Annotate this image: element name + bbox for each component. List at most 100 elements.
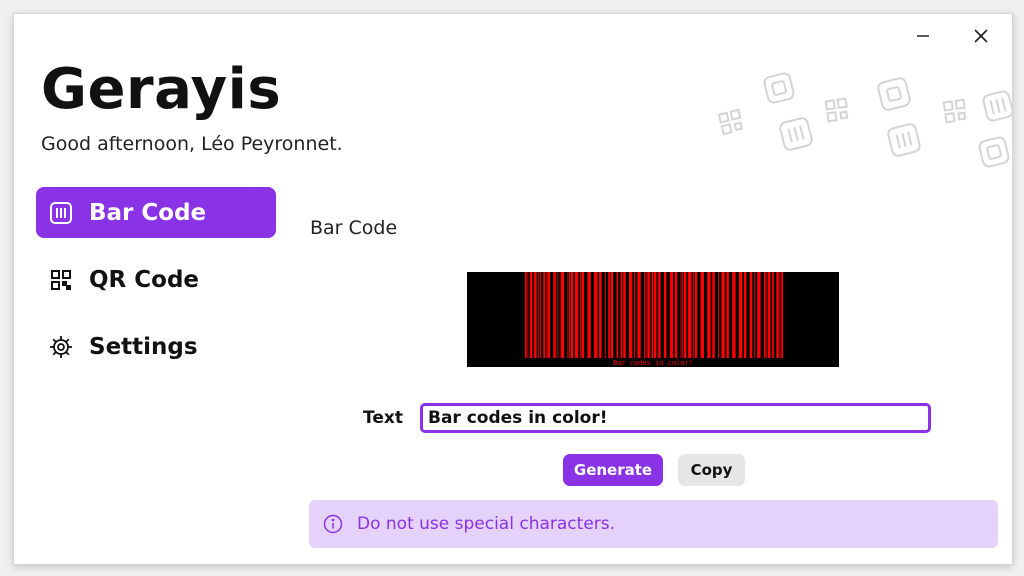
barcode-bar — [604, 272, 606, 358]
close-button[interactable] — [958, 22, 1004, 50]
barcode-icon — [982, 90, 1012, 122]
barcode-bar — [763, 272, 766, 358]
barcode-bar — [743, 272, 747, 358]
barcode-bar — [620, 272, 623, 358]
barcode-bar — [674, 272, 678, 358]
barcode-text-input[interactable] — [420, 403, 931, 433]
barcode-bar — [645, 272, 647, 358]
barcode-bar — [726, 272, 729, 358]
app-window: Gerayis Good afternoon, Léo Peyronnet. B… — [13, 13, 1013, 565]
barcode-image: Bar codes in color! — [467, 272, 839, 367]
barcode-bar — [718, 272, 719, 358]
barcode-bar — [634, 272, 635, 358]
sidebar-item-settings[interactable]: Settings — [36, 321, 276, 372]
barcode-bar — [707, 272, 711, 358]
barcode-bar — [637, 272, 641, 358]
barcode-bar — [753, 272, 755, 358]
barcode-bar — [545, 272, 547, 358]
barcode-bar — [680, 272, 682, 358]
qr-code-icon — [48, 267, 74, 293]
info-message: Do not use special characters. — [357, 514, 616, 534]
barcode-bar — [738, 272, 743, 358]
barcode-bar — [534, 272, 537, 358]
sidebar-item-qr-code[interactable]: QR Code — [36, 254, 276, 305]
barcode-bar — [608, 272, 610, 358]
sidebar-item-bar-code[interactable]: Bar Code — [36, 187, 276, 238]
greeting-text: Good afternoon, Léo Peyronnet. — [41, 133, 343, 155]
barcode-bar — [721, 272, 725, 358]
barcode-bar — [658, 272, 661, 358]
barcode-bar — [569, 272, 570, 358]
app-title: Gerayis — [41, 57, 282, 122]
barcode-bar — [599, 272, 602, 358]
copy-button[interactable]: Copy — [678, 454, 745, 486]
qr-code-icon — [717, 108, 744, 136]
barcode-bar — [570, 272, 574, 358]
barcode-bar — [538, 272, 540, 358]
barcode-bar — [567, 272, 569, 358]
barcode-bar — [688, 272, 692, 358]
barcode-icon — [779, 117, 813, 151]
info-icon — [323, 514, 343, 534]
minimize-button[interactable] — [900, 22, 946, 50]
barcode-bar — [781, 272, 783, 358]
sidebar-item-label: Settings — [89, 333, 198, 360]
barcode-bar — [525, 272, 527, 358]
barcode-bar — [772, 272, 774, 358]
barcode-bar — [610, 272, 614, 358]
barcode-icon — [48, 200, 74, 226]
section-title: Bar Code — [310, 217, 398, 239]
scan-frame-icon — [877, 77, 911, 111]
barcode-bar — [557, 272, 559, 358]
barcode-bar — [547, 272, 550, 358]
barcode-bar — [757, 272, 761, 358]
barcode-bar — [527, 272, 529, 358]
barcode-bar — [669, 272, 674, 358]
barcode-bar — [539, 272, 541, 358]
sidebar-nav: Bar Code QR Code Settings — [36, 187, 276, 388]
barcode-bar — [651, 272, 654, 358]
barcode-bar — [766, 272, 768, 358]
decorative-code-pattern — [717, 72, 1012, 168]
barcode-bar — [616, 272, 619, 358]
gear-icon — [48, 334, 74, 360]
barcode-bar — [712, 272, 715, 358]
barcode-bar — [581, 272, 585, 358]
barcode-bar — [560, 272, 565, 358]
generate-button[interactable]: Generate — [563, 454, 663, 486]
barcode-bar — [682, 272, 684, 358]
sidebar-item-label: QR Code — [89, 266, 200, 293]
sidebar-item-label: Bar Code — [89, 199, 207, 226]
barcode-bar — [776, 272, 779, 358]
minimize-icon — [917, 35, 929, 37]
barcode-bar — [644, 272, 645, 358]
barcode-bar — [623, 272, 626, 358]
close-icon — [974, 29, 988, 43]
barcode-bar — [543, 272, 545, 358]
barcode-bar — [553, 272, 556, 358]
scan-frame-icon — [978, 136, 1010, 168]
barcode-bar — [683, 272, 687, 358]
barcode-bar — [732, 272, 736, 358]
barcode-icon — [887, 123, 921, 157]
info-bar: Do not use special characters. — [309, 500, 998, 548]
barcode-bar — [663, 272, 667, 358]
barcode-bar — [647, 272, 650, 358]
qr-code-icon — [824, 97, 849, 123]
barcode-bar — [693, 272, 694, 358]
barcode-bar — [779, 272, 781, 358]
barcode-bar — [529, 272, 533, 358]
barcode-bar — [574, 272, 579, 358]
barcode-caption: Bar codes in color! — [613, 359, 693, 367]
barcode-bar — [700, 272, 704, 358]
scan-frame-icon — [763, 72, 795, 104]
barcode-bar — [694, 272, 698, 358]
barcode-bar — [629, 272, 633, 358]
text-field-label: Text — [363, 408, 403, 428]
barcode-bar — [594, 272, 598, 358]
qr-code-icon — [942, 98, 967, 124]
barcode-bar — [587, 272, 591, 358]
barcode-bar — [768, 272, 771, 358]
barcode-bar — [749, 272, 753, 358]
barcode-bar — [579, 272, 581, 358]
